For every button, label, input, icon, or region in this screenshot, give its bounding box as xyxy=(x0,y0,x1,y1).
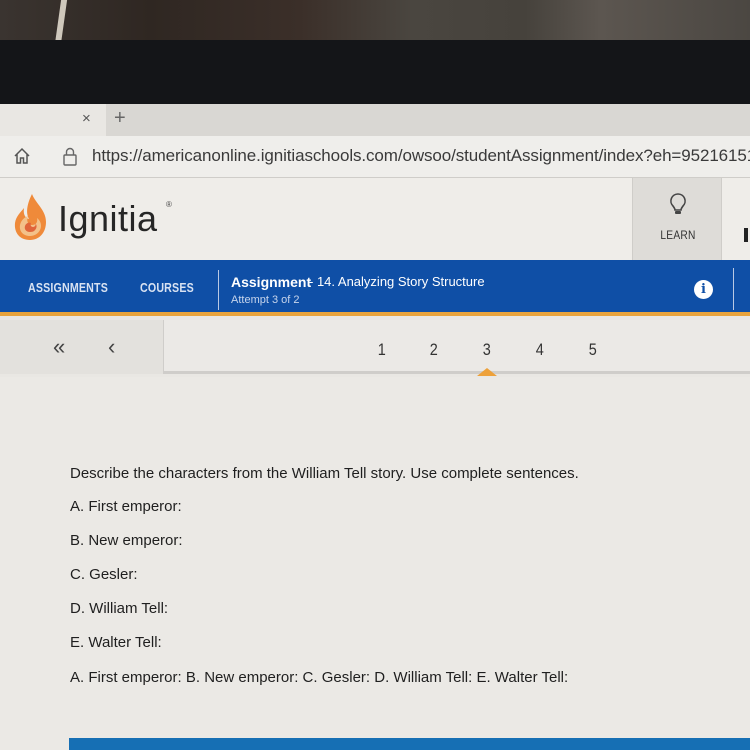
flame-logo-icon xyxy=(14,194,46,240)
background-photo xyxy=(0,0,750,45)
url-field[interactable]: https://americanonline.ignitiaschools.co… xyxy=(92,146,750,166)
question-item: A. First emperor: xyxy=(70,498,182,515)
question-pager: « ‹ 1 2 3 4 5 xyxy=(0,320,750,376)
question-item: D. William Tell: xyxy=(70,600,169,617)
first-page-button[interactable]: « xyxy=(53,334,65,360)
main-nav: ASSIGNMENTS COURSES Assignment - 14. Ana… xyxy=(0,260,750,316)
assignment-label: Assignment xyxy=(231,274,312,290)
home-icon[interactable] xyxy=(12,146,32,166)
lock-icon xyxy=(63,147,77,166)
answer-panel[interactable] xyxy=(69,738,750,750)
nav-courses[interactable]: COURSES xyxy=(140,280,194,295)
lightbulb-icon xyxy=(670,193,686,214)
browser-tab[interactable]: × xyxy=(0,104,106,136)
assignment-title: - 14. Analyzing Story Structure xyxy=(309,274,485,289)
learn-label: LEARN xyxy=(660,228,696,242)
nav-assignments[interactable]: ASSIGNMENTS xyxy=(28,280,108,295)
registered-mark: ® xyxy=(166,200,172,209)
page-5[interactable]: 5 xyxy=(589,340,597,360)
attempt-count: Attempt 3 of 2 xyxy=(231,294,300,306)
page-4[interactable]: 4 xyxy=(536,340,544,360)
page-2[interactable]: 2 xyxy=(430,340,438,360)
info-icon[interactable]: i xyxy=(694,280,713,299)
logo-text: Ignitia xyxy=(58,198,158,239)
screen: × + https://americanonline.ignitiaschool… xyxy=(0,104,750,750)
browser-tab-bar: × + xyxy=(0,104,750,136)
page-1[interactable]: 1 xyxy=(378,340,386,360)
question-item: C. Gesler: xyxy=(70,566,138,583)
nav-divider-right xyxy=(733,268,734,310)
page-3[interactable]: 3 xyxy=(483,340,491,360)
question-content: Describe the characters from the William… xyxy=(0,377,750,750)
current-page-marker xyxy=(477,368,497,376)
question-item: B. New emperor: xyxy=(70,532,183,549)
nav-divider xyxy=(218,270,219,310)
answer-text: A. First emperor: B. New emperor: C. Ges… xyxy=(70,669,569,686)
address-bar: https://americanonline.ignitiaschools.co… xyxy=(0,136,750,178)
close-icon[interactable]: × xyxy=(82,110,91,127)
app-header: Ignitia ® LEARN xyxy=(0,178,750,260)
question-item: E. Walter Tell: xyxy=(70,634,162,651)
plus-icon[interactable]: + xyxy=(114,107,126,130)
header-edge xyxy=(744,228,748,242)
learn-button[interactable]: LEARN xyxy=(632,178,722,260)
question-prompt: Describe the characters from the William… xyxy=(70,465,579,482)
pager-controls: « ‹ xyxy=(0,320,164,374)
monitor-bezel xyxy=(0,40,750,106)
previous-page-button[interactable]: ‹ xyxy=(108,334,115,360)
